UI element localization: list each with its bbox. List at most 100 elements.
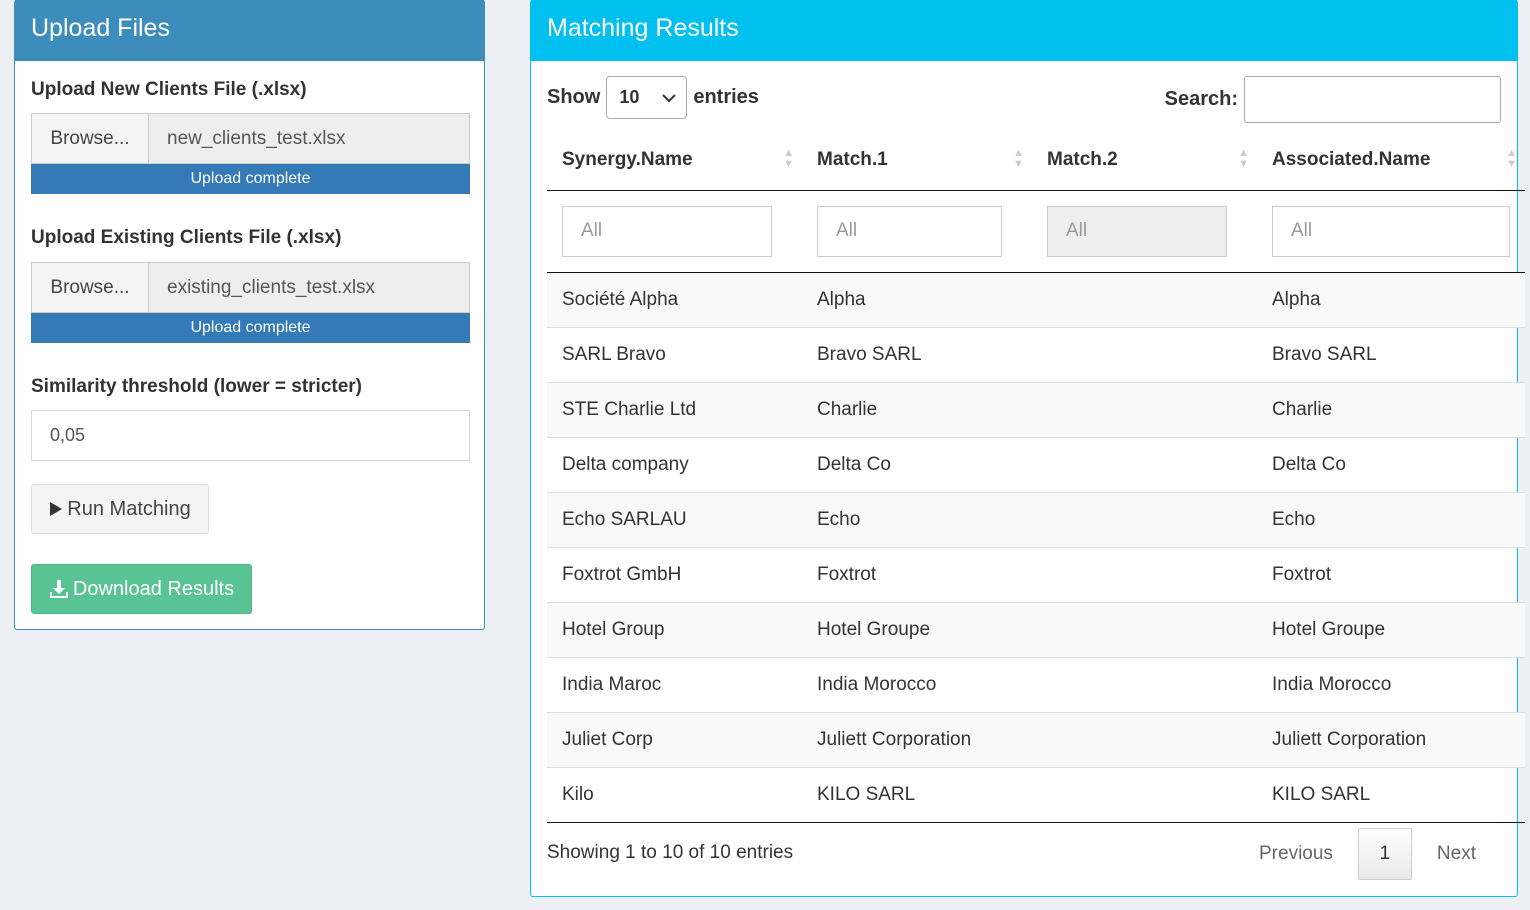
table-cell: Delta company	[547, 437, 802, 493]
header-row: Synergy.Name ▲ ▼ Match.1 ▲ ▼ Match.2 ▲ ▼ As…	[547, 131, 1525, 191]
page-length-control: Show 10 entries	[547, 76, 759, 119]
upload-panel-title: Upload Files	[15, 0, 484, 61]
pagination: Previous 1 Next	[1234, 828, 1501, 880]
new-clients-label: Upload New Clients File (.xlsx)	[31, 79, 307, 100]
table-info: Showing 1 to 10 of 10 entries	[547, 842, 794, 863]
table-cell: India Maroc	[547, 657, 802, 713]
table-row: STE Charlie Ltd Charlie Charlie	[547, 382, 1525, 438]
search-input[interactable]	[1244, 76, 1501, 123]
table-cell: Delta Co	[802, 437, 1032, 493]
table-cell	[1032, 437, 1257, 493]
table-cell: Charlie	[1257, 382, 1525, 438]
table-cell: Kilo	[547, 767, 802, 823]
table-cell: Hotel Group	[547, 602, 802, 658]
column-header-label: Associated.Name	[1272, 149, 1431, 171]
table-cell: India Morocco	[802, 657, 1032, 713]
new-clients-progress-bar: Upload complete	[31, 164, 470, 194]
threshold-input[interactable]: 0,05	[31, 410, 470, 461]
entries-label: entries	[693, 86, 759, 108]
table-cell: Juliett Corporation	[1257, 712, 1525, 768]
sort-icon: ▲ ▼	[1238, 147, 1249, 170]
table-cell: Alpha	[1257, 272, 1525, 328]
column-header-associated-name[interactable]: Associated.Name ▲ ▼	[1257, 131, 1525, 191]
page-length-select[interactable]: 10	[606, 76, 688, 119]
table-cell: SARL Bravo	[547, 327, 802, 383]
new-clients-file-input[interactable]: Browse... new_clients_test.xlsx	[31, 113, 470, 164]
filter-associated-name[interactable]: All	[1272, 205, 1510, 257]
existing-clients-label: Upload Existing Clients File (.xlsx)	[31, 227, 342, 248]
table-cell: Echo	[802, 492, 1032, 548]
table-cell	[1032, 657, 1257, 713]
filter-match-2: All	[1047, 205, 1227, 257]
table-cell: Delta Co	[1257, 437, 1525, 493]
sort-icon: ▲ ▼	[783, 147, 794, 170]
column-header-match-2[interactable]: Match.2 ▲ ▼	[1032, 131, 1257, 191]
filter-synergy-name[interactable]: All	[562, 205, 772, 257]
column-header-label: Synergy.Name	[562, 149, 693, 171]
chevron-down-icon	[662, 93, 677, 102]
upload-files-panel: Upload Files Upload New Clients File (.x…	[14, 0, 485, 630]
table-cell: Echo SARLAU	[547, 492, 802, 548]
table-cell: Hotel Groupe	[802, 602, 1032, 658]
table-cell	[1032, 327, 1257, 383]
table-row: Société Alpha Alpha Alpha	[547, 272, 1525, 328]
table-cell	[1032, 602, 1257, 658]
table-cell	[1032, 547, 1257, 603]
show-label: Show	[547, 86, 601, 108]
table-cell: Foxtrot	[1257, 547, 1525, 603]
sort-icon: ▲ ▼	[1013, 147, 1024, 170]
table-cell: Foxtrot GmbH	[547, 547, 802, 603]
existing-clients-progress-fill: Upload complete	[31, 313, 470, 343]
table-row: Juliet Corp Juliett Corporation Juliett Co…	[547, 712, 1525, 768]
table-row: Hotel Group Hotel Groupe Hotel Groupe	[547, 602, 1525, 658]
play-icon	[50, 502, 63, 516]
new-clients-progress-fill: Upload complete	[31, 164, 470, 194]
page-length-value: 10	[619, 87, 640, 107]
table-row: Echo SARLAU Echo Echo	[547, 492, 1525, 548]
results-panel-title: Matching Results	[531, 0, 1517, 61]
existing-clients-browse-button[interactable]: Browse...	[32, 263, 149, 312]
existing-clients-file-name: existing_clients_test.xlsx	[167, 276, 376, 298]
existing-clients-progress-bar: Upload complete	[31, 313, 470, 343]
table-cell	[1032, 382, 1257, 438]
table-cell	[1032, 272, 1257, 328]
table-row: SARL Bravo Bravo SARL Bravo SARL	[547, 327, 1525, 383]
column-header-label: Match.1	[817, 149, 888, 171]
table-cell: Alpha	[802, 272, 1032, 328]
existing-clients-file-input[interactable]: Browse... existing_clients_test.xlsx	[31, 262, 470, 313]
table-row: Kilo KILO SARL KILO SARL	[547, 767, 1525, 823]
filter-match-1[interactable]: All	[817, 205, 1002, 257]
download-icon	[49, 580, 68, 598]
table-cell: Société Alpha	[547, 272, 802, 328]
table-row: India Maroc India Morocco India Morocco	[547, 657, 1525, 713]
sort-icon: ▲ ▼	[1506, 147, 1517, 170]
table-cell: Bravo SARL	[802, 327, 1032, 383]
table-cell: Juliet Corp	[547, 712, 802, 768]
download-results-label: Download Results	[72, 577, 235, 600]
current-page-button[interactable]: 1	[1357, 828, 1412, 880]
search-control: Search:	[1165, 76, 1501, 123]
table-row: Delta company Delta Co Delta Co	[547, 437, 1525, 493]
column-header-match-1[interactable]: Match.1 ▲ ▼	[802, 131, 1032, 191]
table-cell: STE Charlie Ltd	[547, 382, 802, 438]
column-header-synergy-name[interactable]: Synergy.Name ▲ ▼	[547, 131, 802, 191]
next-page-button[interactable]: Next	[1412, 828, 1501, 880]
previous-page-button[interactable]: Previous	[1234, 828, 1358, 880]
table-cell: KILO SARL	[802, 767, 1032, 823]
matching-results-panel: Matching Results Show 10 entries Search:…	[530, 0, 1525, 897]
table-cell: Hotel Groupe	[1257, 602, 1525, 658]
run-matching-button[interactable]: Run Matching	[31, 484, 209, 534]
table-cell: KILO SARL	[1257, 767, 1525, 823]
table-cell	[1032, 712, 1257, 768]
table-cell: Charlie	[802, 382, 1032, 438]
download-results-button[interactable]: Download Results	[31, 564, 252, 614]
table-cell: Bravo SARL	[1257, 327, 1525, 383]
filter-row: All All All All	[547, 190, 1525, 273]
table-row: Foxtrot GmbH Foxtrot Foxtrot	[547, 547, 1525, 603]
run-matching-label: Run Matching	[67, 497, 191, 520]
new-clients-browse-button[interactable]: Browse...	[32, 114, 149, 163]
table-cell	[1032, 492, 1257, 548]
table-cell: Juliett Corporation	[802, 712, 1032, 768]
threshold-label: Similarity threshold (lower = stricter)	[31, 376, 363, 397]
table-cell: Echo	[1257, 492, 1525, 548]
